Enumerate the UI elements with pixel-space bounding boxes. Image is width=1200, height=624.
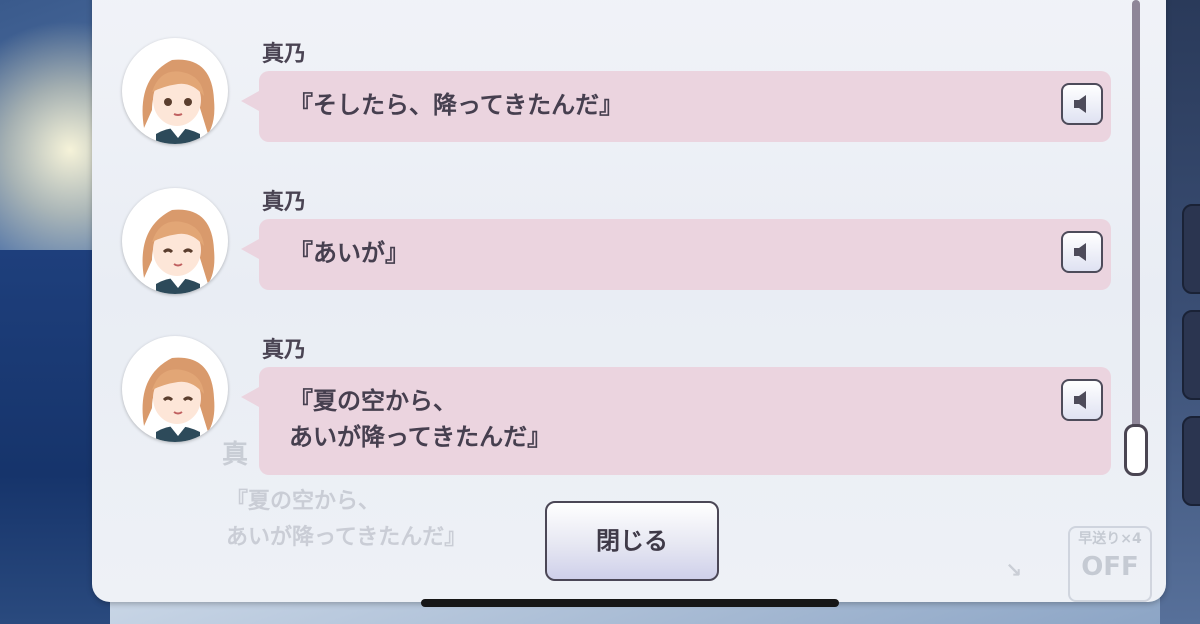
voice-replay-button[interactable] — [1061, 231, 1103, 273]
side-menu-tab[interactable] — [1182, 310, 1200, 400]
ghost-speaker: 真 — [222, 440, 249, 470]
close-button[interactable]: 閉じる — [545, 501, 719, 581]
speaker-icon — [1074, 95, 1086, 113]
home-indicator[interactable] — [421, 599, 839, 607]
speaker-name: 真乃 — [262, 190, 307, 215]
fast-forward-state: OFF — [1081, 552, 1139, 582]
character-portrait — [142, 357, 215, 442]
scrollbar-thumb[interactable] — [1124, 424, 1148, 476]
speaker-icon — [1074, 391, 1086, 409]
ghost-dialog-text: 『夏の空から、 あいが降ってきたんだ』 — [226, 489, 467, 550]
fast-forward-toggle: 早送り×4 OFF — [1068, 526, 1152, 602]
voice-replay-button[interactable] — [1061, 379, 1103, 421]
avatar — [122, 188, 228, 294]
side-menu-tab[interactable] — [1182, 204, 1200, 294]
voice-replay-button[interactable] — [1061, 83, 1103, 125]
avatar — [122, 38, 228, 144]
speaker-name: 真乃 — [262, 42, 307, 67]
background-right-strip — [1160, 0, 1200, 624]
speaker-name: 真乃 — [262, 338, 307, 363]
avatar — [122, 336, 228, 442]
dialog-bubble: 『夏の空から、 あいが降ってきたんだ』 — [241, 367, 1111, 475]
dialog-text: 『そしたら、降ってきたんだ』 — [289, 91, 624, 119]
character-portrait — [142, 209, 215, 294]
character-portrait — [142, 59, 215, 144]
dialog-bubble: 『あいが』 — [241, 219, 1111, 290]
fast-forward-label: 早送り×4 — [1078, 531, 1142, 547]
dialog-bubble: 『そしたら、降ってきたんだ』 — [241, 71, 1111, 142]
scrollbar-track[interactable] — [1132, 0, 1140, 450]
dialog-text: 『あいが』 — [289, 239, 409, 267]
speaker-icon — [1074, 243, 1086, 261]
side-menu-tab[interactable] — [1182, 416, 1200, 506]
arrow-icon: ↘ — [1005, 558, 1022, 582]
dialog-text: 『夏の空から、 あいが降ってきたんだ』 — [289, 387, 552, 451]
